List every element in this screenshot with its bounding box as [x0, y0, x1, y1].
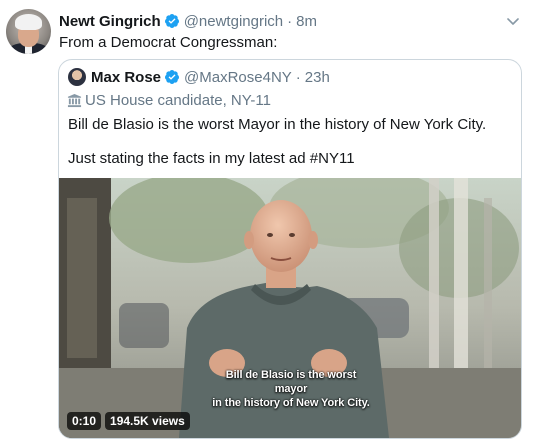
quoted-author-avatar[interactable] [68, 68, 86, 86]
tweet-text: From a Democrat Congressman: [59, 34, 278, 51]
chevron-down-icon[interactable] [505, 13, 521, 29]
verified-badge-icon [164, 14, 179, 28]
quoted-tweet-header: Max Rose @MaxRose4NY · 23h [91, 67, 330, 87]
tweet[interactable]: Newt Gingrich @newtgingrich · 8m From a … [0, 0, 536, 447]
video-caption: Bill de Blasio is the worst mayor in the… [211, 368, 371, 410]
video-badges: 0:10 194.5K views [67, 412, 190, 430]
video-duration-badge: 0:10 [67, 412, 102, 430]
verified-badge-icon [165, 70, 180, 84]
video-player[interactable]: Bill de Blasio is the worst mayor in the… [59, 178, 521, 438]
author-avatar[interactable] [6, 9, 51, 54]
video-caption-line1: Bill de Blasio is the worst mayor [225, 369, 357, 395]
separator-dot: · [287, 12, 293, 30]
separator-dot: · [295, 68, 301, 86]
author-name[interactable]: Newt Gingrich [59, 13, 161, 30]
author-handle[interactable]: @newtgingrich [184, 13, 283, 30]
tweet-time[interactable]: 8m [296, 13, 317, 30]
quoted-tweet-text-line1: Bill de Blasio is the worst Mayor in the… [68, 116, 487, 133]
video-caption-line2: in the history of New York City. [212, 397, 370, 409]
avatar-hair [15, 14, 42, 30]
building-icon [67, 93, 82, 107]
quoted-author-handle[interactable]: @MaxRose4NY [184, 69, 292, 86]
quoted-author-name[interactable]: Max Rose [91, 69, 161, 86]
quoted-tweet-text-line2: Just stating the facts in my latest ad #… [68, 150, 355, 167]
video-views-badge: 194.5K views [105, 412, 190, 430]
quoted-tweet-card[interactable]: Max Rose @MaxRose4NY · 23h US House cand… [58, 59, 522, 439]
tweet-header: Newt Gingrich @newtgingrich · 8m [59, 11, 317, 31]
quoted-author-label: US House candidate, NY-11 [67, 90, 271, 110]
quoted-author-bio: US House candidate, NY-11 [85, 91, 271, 109]
quoted-tweet-time[interactable]: 23h [305, 69, 330, 86]
